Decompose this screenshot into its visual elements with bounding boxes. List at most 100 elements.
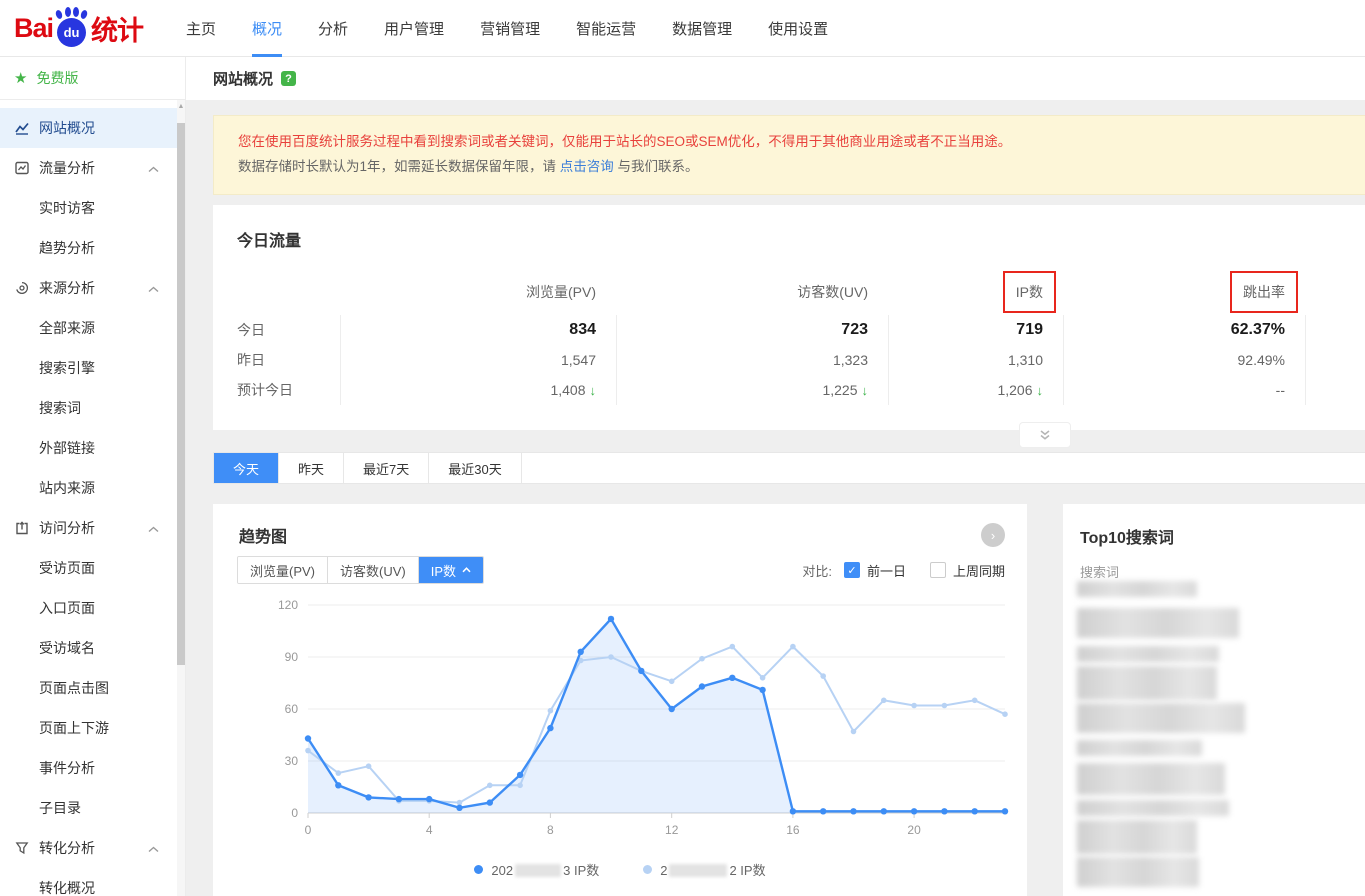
sidebar-item-趋势分析[interactable]: 趋势分析 — [0, 228, 185, 268]
sidebar-item-label: 搜索引擎 — [39, 358, 95, 378]
svg-text:16: 16 — [786, 823, 800, 837]
compare-option-前一日: ✓ 前一日 — [844, 561, 906, 580]
sidebar-scrollbar[interactable]: ▲ — [177, 100, 185, 896]
sidebar-item-label: 流量分析 — [39, 158, 95, 178]
sidebar-item-label: 页面点击图 — [39, 678, 109, 698]
legend-item[interactable]: 2023 IP数 — [474, 860, 599, 879]
metric-tab-访客数(UV)[interactable]: 访客数(UV) — [328, 557, 419, 583]
nav-item-使用设置[interactable]: 使用设置 — [768, 0, 828, 57]
traffic-value: 1,206↓ — [888, 375, 1063, 405]
sidebar-item-页面点击图[interactable]: 页面点击图 — [0, 668, 185, 708]
sidebar-item-实时访客[interactable]: 实时访客 — [0, 188, 185, 228]
svg-text:120: 120 — [278, 598, 298, 612]
date-tab-昨天[interactable]: 昨天 — [279, 453, 344, 483]
red-annotation-box: IP数 — [1003, 271, 1056, 313]
nav-item-数据管理[interactable]: 数据管理 — [672, 0, 732, 57]
main-content: 网站概况 ? 您在使用百度统计服务过程中看到搜索词或者关键词，仅能用于站长的SE… — [186, 57, 1365, 896]
svg-text:60: 60 — [285, 702, 299, 716]
compare-controls: 对比: ✓前一日上周同期 — [802, 561, 1005, 580]
nav-item-用户管理[interactable]: 用户管理 — [384, 0, 444, 57]
legend-label: 22 IP数 — [660, 860, 765, 879]
compare-option-label: 前一日 — [867, 561, 906, 580]
sidebar-item-全部来源[interactable]: 全部来源 — [0, 308, 185, 348]
sidebar-item-搜索引擎[interactable]: 搜索引擎 — [0, 348, 185, 388]
help-icon[interactable]: ? — [281, 71, 296, 86]
column-header-访客数(UV): 访客数(UV) — [616, 282, 888, 302]
metric-tab-IP数[interactable]: IP数 — [419, 557, 483, 583]
masked-date-segment — [669, 864, 727, 877]
traffic-value: 834 — [340, 315, 616, 345]
row-label: 今日 — [213, 320, 340, 340]
nav-item-智能运营[interactable]: 智能运营 — [576, 0, 636, 57]
metric-tab-浏览量(PV)[interactable]: 浏览量(PV) — [238, 557, 328, 583]
trend-chart-title: 趋势图 — [237, 523, 287, 547]
svg-text:0: 0 — [305, 823, 312, 837]
traffic-value: 1,225↓ — [616, 375, 888, 405]
traffic-table-header: 浏览量(PV)访客数(UV)IP数跳出率 — [213, 269, 1365, 315]
sidebar-item-来源分析[interactable]: 来源分析 — [0, 268, 185, 308]
traffic-value: 1,310 — [888, 345, 1063, 375]
next-arrow-button[interactable]: › — [981, 523, 1005, 547]
conversion-funnel-icon — [14, 840, 30, 856]
scrollbar-up-arrow-icon[interactable]: ▲ — [177, 100, 185, 112]
sidebar-item-网站概况[interactable]: 网站概况 — [0, 108, 185, 148]
sidebar-item-受访页面[interactable]: 受访页面 — [0, 548, 185, 588]
sidebar-menu: 网站概况流量分析实时访客趋势分析来源分析全部来源搜索引擎搜索词外部链接站内来源访… — [0, 100, 185, 896]
chevron-up-icon — [148, 160, 159, 176]
svg-text:4: 4 — [426, 823, 433, 837]
sidebar-item-受访域名[interactable]: 受访域名 — [0, 628, 185, 668]
sidebar-item-转化概况[interactable]: 转化概况 — [0, 868, 185, 896]
sidebar-item-转化分析[interactable]: 转化分析 — [0, 828, 185, 868]
sidebar-item-入口页面[interactable]: 入口页面 — [0, 588, 185, 628]
traffic-value: 1,323 — [616, 345, 888, 375]
nav-item-分析[interactable]: 分析 — [318, 0, 348, 57]
unchecked-checkbox[interactable] — [930, 562, 946, 578]
sidebar-item-事件分析[interactable]: 事件分析 — [0, 748, 185, 788]
legend-dot-icon — [474, 865, 483, 874]
compare-label: 对比: — [802, 561, 832, 580]
plan-badge-label: 免费版 — [36, 68, 78, 88]
row-label: 昨日 — [213, 350, 340, 370]
date-tab-今天[interactable]: 今天 — [214, 453, 279, 483]
chart-legend: 2023 IP数 22 IP数 — [213, 860, 1027, 879]
traffic-value: 1,408↓ — [340, 375, 616, 405]
sidebar-item-站内来源[interactable]: 站内来源 — [0, 468, 185, 508]
consult-link[interactable]: 点击咨询 — [560, 159, 614, 174]
trend-chart-svg[interactable]: 0306090120048121620 — [213, 590, 1027, 845]
nav-item-主页[interactable]: 主页 — [186, 0, 216, 57]
sidebar-item-子目录[interactable]: 子目录 — [0, 788, 185, 828]
sidebar-item-访问分析[interactable]: 访问分析 — [0, 508, 185, 548]
sidebar-item-页面上下游[interactable]: 页面上下游 — [0, 708, 185, 748]
notice-info-text: 数据存储时长默认为1年，如需延长数据保留年限，请 点击咨询 与我们联系。 — [238, 154, 1365, 180]
sidebar-item-搜索词[interactable]: 搜索词 — [0, 388, 185, 428]
legend-item[interactable]: 22 IP数 — [643, 860, 765, 879]
today-traffic-title: 今日流量 — [213, 227, 1365, 251]
collapse-panel-button[interactable] — [1019, 422, 1071, 448]
date-tab-最近7天[interactable]: 最近7天 — [344, 453, 429, 483]
date-tab-最近30天[interactable]: 最近30天 — [429, 453, 521, 483]
svg-text:12: 12 — [665, 823, 679, 837]
line-chart-icon — [14, 120, 30, 136]
source-analysis-icon — [14, 280, 30, 296]
nav-item-概况[interactable]: 概况 — [252, 0, 282, 57]
traffic-value: -- — [1063, 375, 1305, 405]
checked-checkbox[interactable]: ✓ — [844, 562, 860, 578]
column-header-IP数: IP数 — [888, 271, 1063, 313]
nav-item-营销管理[interactable]: 营销管理 — [480, 0, 540, 57]
sidebar-item-label: 网站概况 — [39, 118, 95, 138]
sidebar-item-label: 来源分析 — [39, 278, 95, 298]
notice-warning-text: 您在使用百度统计服务过程中看到搜索词或者关键词，仅能用于站长的SEO或SEM优化… — [238, 130, 1365, 154]
sidebar-item-label: 趋势分析 — [39, 238, 95, 258]
today-traffic-card: 今日流量 浏览量(PV)访客数(UV)IP数跳出率今日83472371962.3… — [213, 205, 1365, 430]
sidebar-item-label: 实时访客 — [39, 198, 95, 218]
masked-search-word — [1077, 646, 1219, 662]
masked-search-word — [1077, 581, 1197, 597]
baidu-tongji-logo[interactable]: Bai du 统计 — [14, 9, 143, 48]
top10-title: Top10搜索词 — [1080, 524, 1365, 548]
sidebar: ★ 免费版 网站概况流量分析实时访客趋势分析来源分析全部来源搜索引擎搜索词外部链… — [0, 57, 186, 896]
sidebar-item-外部链接[interactable]: 外部链接 — [0, 428, 185, 468]
down-arrow-icon: ↓ — [1037, 383, 1044, 398]
traffic-row-昨日: 昨日1,5471,3231,31092.49% — [213, 345, 1365, 375]
sidebar-item-流量分析[interactable]: 流量分析 — [0, 148, 185, 188]
scrollbar-thumb[interactable] — [177, 123, 185, 665]
